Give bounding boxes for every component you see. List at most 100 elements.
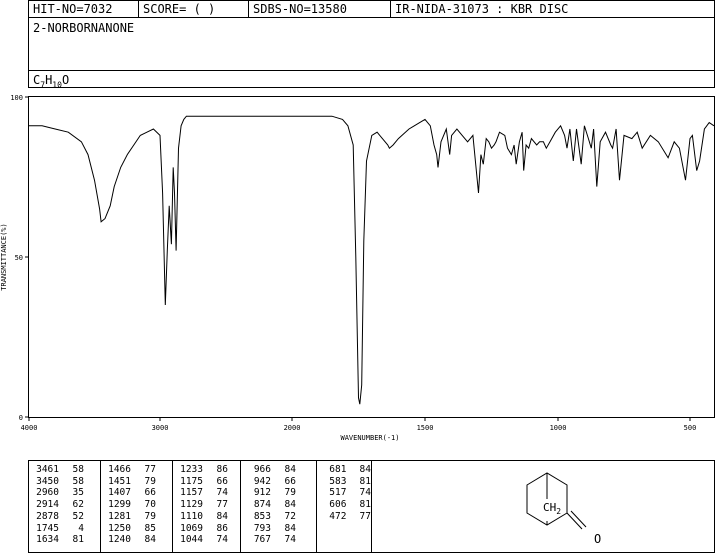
peak-wavenumber: 1634 <box>36 534 59 546</box>
peak-transmittance: 72 <box>284 510 296 522</box>
structure-diagram: CH2 O <box>526 472 601 546</box>
peak-transmittance: 84 <box>359 464 371 475</box>
peak-wavenumber: 1175 <box>180 475 203 487</box>
peak-wavenumber: 1240 <box>108 534 131 546</box>
peak-row: 1233 86 <box>173 464 240 476</box>
peak-wavenumber: 1281 <box>108 510 131 522</box>
peak-row: 583 81 <box>317 476 371 488</box>
peak-row: 1129 77 <box>173 499 240 511</box>
y-tick-label-50: 50 <box>15 254 23 262</box>
peak-transmittance: 79 <box>144 510 156 522</box>
x-tick-label-1500: 1500 <box>417 424 434 432</box>
peak-table: 3461 58 3450 58 2960 35 2914 62 2878 52 1745 4 1634 8… <box>28 460 715 553</box>
peak-row: 3450 58 <box>29 476 100 488</box>
x-axis-label: WAVENUMBER(-1) <box>340 434 399 442</box>
peak-transmittance: 66 <box>284 475 296 487</box>
peak-column-4: 966 84 942 66 912 79 874 84 853 72 793 84 767 74 <box>241 461 317 552</box>
peak-row: 1175 66 <box>173 476 240 488</box>
peak-row: 2960 35 <box>29 487 100 499</box>
y-tick-label-100: 100 <box>10 94 23 102</box>
peak-wavenumber: 1407 <box>108 487 131 499</box>
y-tick-label-0: 0 <box>19 414 23 422</box>
peak-transmittance: 77 <box>144 464 156 475</box>
peak-row: 1466 77 <box>101 464 172 476</box>
x-tick-label-2000: 2000 <box>284 424 301 432</box>
peak-column-5: 681 84 583 81 517 74 606 81 472 77 <box>317 461 372 552</box>
spectrum-line <box>29 115 715 405</box>
peak-row: 1745 4 <box>29 523 100 535</box>
peak-transmittance: 4 <box>78 522 84 534</box>
peak-row: 874 84 <box>241 499 316 511</box>
peak-transmittance: 62 <box>72 499 84 511</box>
x-tick-label-3000: 3000 <box>152 424 169 432</box>
peak-transmittance: 84 <box>284 464 296 475</box>
peak-row: 1281 79 <box>101 511 172 523</box>
peak-transmittance: 85 <box>144 522 156 534</box>
peak-row: 1069 86 <box>173 523 240 535</box>
peak-row: 793 84 <box>241 523 316 535</box>
peak-wavenumber: 1157 <box>180 487 203 499</box>
peak-wavenumber: 681 <box>329 464 347 475</box>
peak-row: 966 84 <box>241 464 316 476</box>
peak-transmittance: 84 <box>216 510 228 522</box>
peak-wavenumber: 874 <box>253 499 271 511</box>
x-tick-label-1000: 1000 <box>550 424 567 432</box>
peak-wavenumber: 1069 <box>180 522 203 534</box>
peak-transmittance: 66 <box>216 475 228 487</box>
peak-transmittance: 66 <box>144 487 156 499</box>
peak-transmittance: 74 <box>284 534 296 546</box>
peak-row: 472 77 <box>317 511 371 523</box>
peak-row: 3461 58 <box>29 464 100 476</box>
peak-row: 853 72 <box>241 511 316 523</box>
peak-row: 1240 84 <box>101 534 172 546</box>
peak-row: 2914 62 <box>29 499 100 511</box>
plot-frame <box>28 96 715 418</box>
ch2-label: CH2 <box>543 501 561 516</box>
peak-transmittance: 79 <box>284 487 296 499</box>
peak-transmittance: 81 <box>72 534 84 546</box>
peak-wavenumber: 1129 <box>180 499 203 511</box>
peak-transmittance: 74 <box>359 487 371 499</box>
peak-transmittance: 81 <box>359 499 371 511</box>
peak-column-2: 1466 77 1451 79 1407 66 1299 70 1281 79 1250 85 1240… <box>101 461 173 552</box>
peak-transmittance: 52 <box>72 510 84 522</box>
peak-row: 1634 81 <box>29 534 100 546</box>
peak-row: 681 84 <box>317 464 371 476</box>
peak-wavenumber: 793 <box>253 522 271 534</box>
peak-row: 1407 66 <box>101 487 172 499</box>
peak-wavenumber: 853 <box>253 510 271 522</box>
peak-row: 1250 85 <box>101 523 172 535</box>
peak-transmittance: 84 <box>284 522 296 534</box>
peak-transmittance: 81 <box>359 475 371 487</box>
peak-wavenumber: 942 <box>253 475 271 487</box>
peak-transmittance: 86 <box>216 464 228 475</box>
peak-wavenumber: 2878 <box>36 510 59 522</box>
peak-wavenumber: 1044 <box>180 534 203 546</box>
peak-wavenumber: 3461 <box>36 464 59 475</box>
peak-row: 767 74 <box>241 534 316 546</box>
peak-row: 942 66 <box>241 476 316 488</box>
peak-transmittance: 35 <box>72 487 84 499</box>
peak-wavenumber: 767 <box>253 534 271 546</box>
peak-row: 2878 52 <box>29 511 100 523</box>
peak-row: 1044 74 <box>173 534 240 546</box>
x-tick-label-4000: 4000 <box>21 424 38 432</box>
peak-wavenumber: 1451 <box>108 475 131 487</box>
peak-transmittance: 86 <box>216 522 228 534</box>
peak-wavenumber: 3450 <box>36 475 59 487</box>
peak-transmittance: 79 <box>144 475 156 487</box>
ir-spectrum-chart: 4000 3000 2000 1500 1000 500 0 50 100 WAVENUMBE… <box>0 94 715 442</box>
peak-wavenumber: 1233 <box>180 464 203 475</box>
peak-wavenumber: 966 <box>253 464 271 475</box>
peak-transmittance: 77 <box>359 510 371 522</box>
oxygen-label: O <box>594 532 601 546</box>
peak-wavenumber: 472 <box>329 510 347 522</box>
peak-transmittance: 77 <box>216 499 228 511</box>
peak-row: 1157 74 <box>173 487 240 499</box>
peak-wavenumber: 1466 <box>108 464 131 475</box>
peak-wavenumber: 2960 <box>36 487 59 499</box>
peak-row: 1451 79 <box>101 476 172 488</box>
peak-column-1: 3461 58 3450 58 2960 35 2914 62 2878 52 1745 4 1634 8… <box>29 461 101 552</box>
peak-transmittance: 70 <box>144 499 156 511</box>
peak-wavenumber: 583 <box>329 475 347 487</box>
